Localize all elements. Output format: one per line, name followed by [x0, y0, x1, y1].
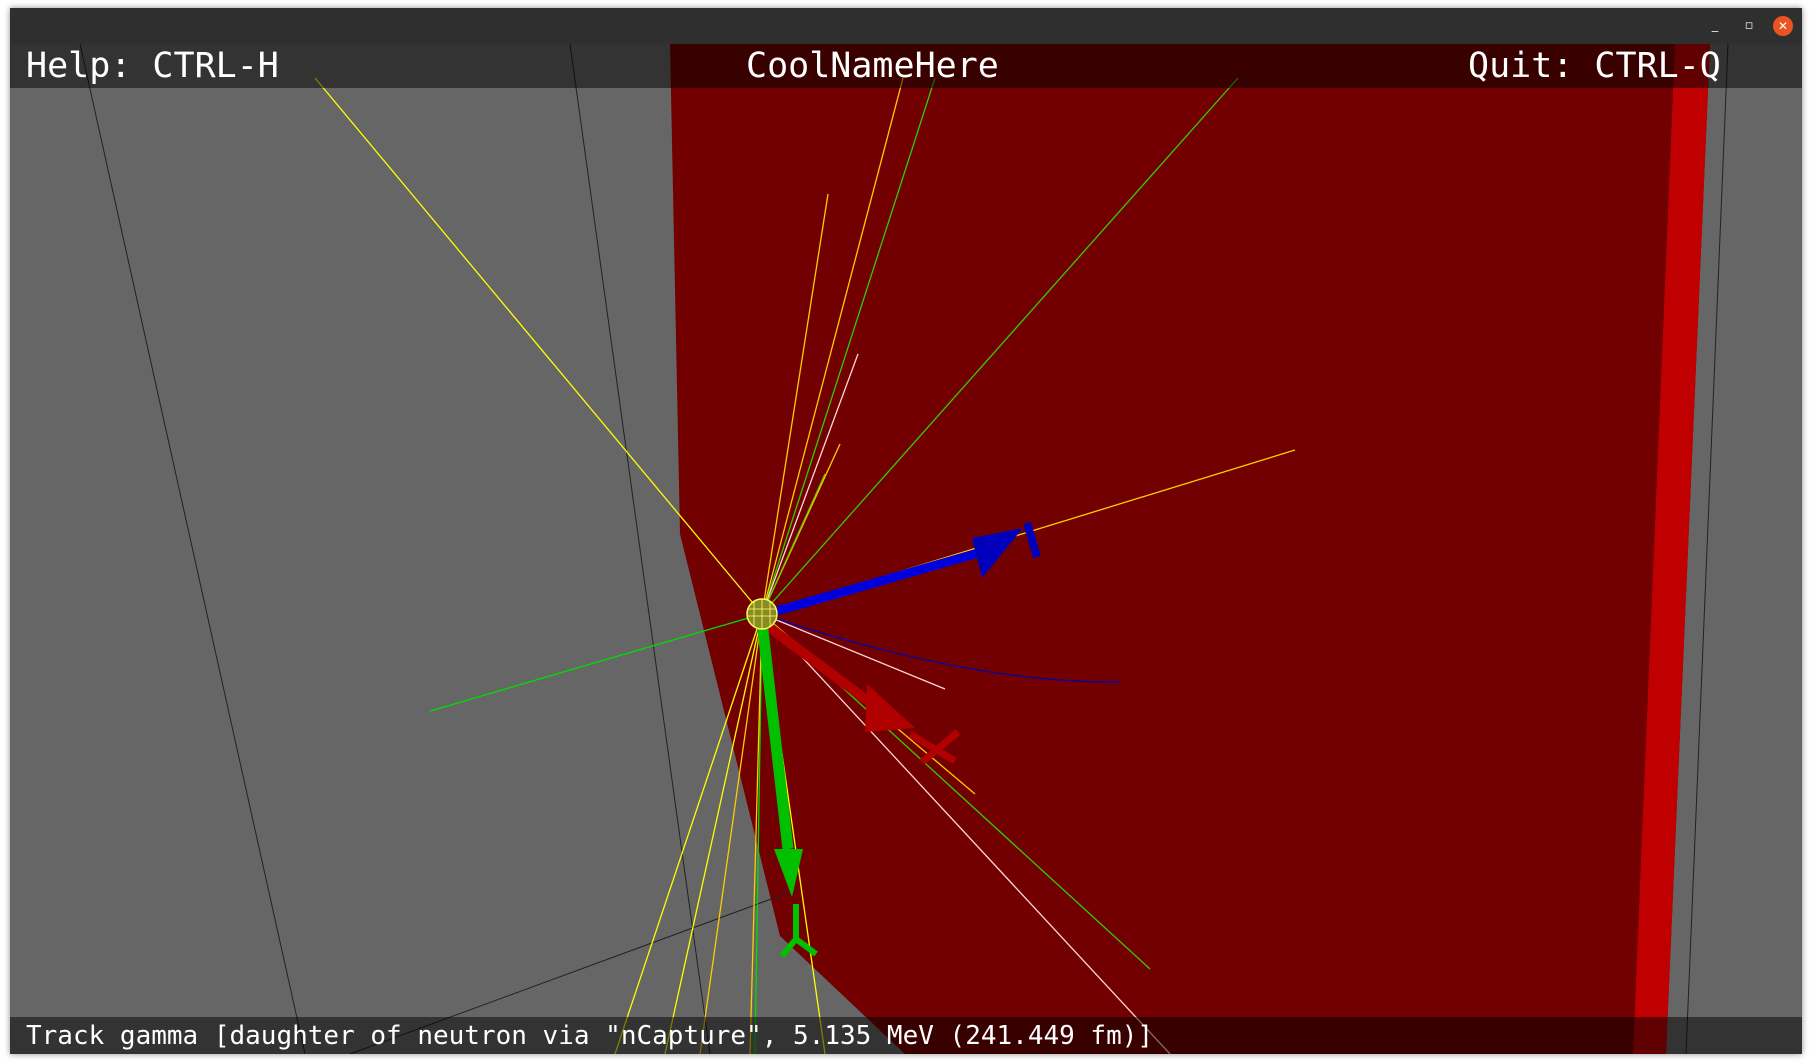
minimize-button[interactable]: _ [1705, 16, 1725, 36]
scene-canvas[interactable] [10, 44, 1802, 1054]
title-bar[interactable]: _ ▫ ✕ [10, 8, 1802, 44]
maximize-button[interactable]: ▫ [1739, 16, 1759, 36]
header-overlay: Help: CTRL-H CoolNameHere Quit: CTRL-Q [10, 44, 1802, 88]
close-button[interactable]: ✕ [1773, 16, 1793, 36]
app-window: _ ▫ ✕ Help: CTRL-H CoolNameHere Quit: CT… [10, 8, 1802, 1054]
status-overlay: Track gamma [daughter of neutron via "nC… [10, 1017, 1802, 1054]
3d-viewport[interactable]: Help: CTRL-H CoolNameHere Quit: CTRL-Q T… [10, 44, 1802, 1054]
detector-volume [670, 44, 1710, 1054]
quit-shortcut-label: Quit: CTRL-Q [1468, 46, 1721, 86]
track-info-status: Track gamma [daughter of neutron via "nC… [26, 1021, 1154, 1051]
app-title: CoolNameHere [746, 46, 999, 86]
help-shortcut-label: Help: CTRL-H [26, 46, 279, 86]
